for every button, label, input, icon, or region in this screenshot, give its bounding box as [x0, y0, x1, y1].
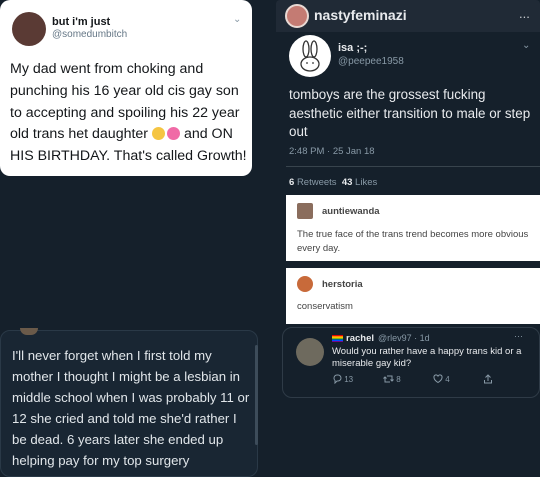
- like-count: 4: [445, 375, 450, 384]
- avatar[interactable]: [289, 35, 331, 77]
- handle-and-time[interactable]: @rlev97 · 1d: [378, 333, 430, 343]
- avatar[interactable]: [296, 338, 324, 366]
- tweet-text: Would you rather have a happy trans kid …: [332, 346, 522, 370]
- post-username[interactable]: nastyfeminazi: [314, 7, 407, 23]
- heart-icon: [433, 374, 443, 384]
- tweet-timestamp[interactable]: 2:48 PM · 25 Jan 18: [289, 146, 375, 157]
- tumblr-post: nastyfeminazi ... isa ;-; @peepee1958 ⌄ …: [276, 0, 540, 330]
- likes-count[interactable]: 43: [342, 177, 353, 188]
- story-text: I'll never forget when I first told my m…: [12, 348, 250, 468]
- display-name[interactable]: but i'm just: [52, 16, 110, 28]
- likes-label[interactable]: Likes: [355, 177, 377, 188]
- retweet-button[interactable]: 8: [383, 374, 401, 384]
- retweet-count: 8: [396, 375, 401, 384]
- scrollbar[interactable]: [255, 345, 258, 445]
- retweet-icon: [383, 375, 394, 383]
- sparkling-heart-emoji-icon: [166, 127, 180, 141]
- display-name[interactable]: rachel: [346, 333, 374, 344]
- share-button[interactable]: [483, 374, 493, 384]
- divider: [286, 166, 540, 167]
- avatar[interactable]: [297, 203, 313, 219]
- avatar[interactable]: [285, 4, 309, 28]
- avatar[interactable]: [12, 12, 46, 46]
- rainbow-flag-icon: [332, 335, 343, 342]
- retweets-label[interactable]: Retweets: [297, 177, 337, 188]
- chevron-down-icon[interactable]: ⌄: [233, 14, 241, 25]
- more-menu-icon[interactable]: ···: [514, 331, 523, 341]
- crying-laughing-emoji-icon: [151, 127, 165, 141]
- bunny-icon: [300, 40, 320, 72]
- avatar[interactable]: [297, 276, 313, 292]
- reply-button[interactable]: 13: [332, 374, 354, 385]
- display-name[interactable]: isa ;-;: [338, 42, 367, 54]
- more-menu-icon[interactable]: ...: [519, 6, 530, 21]
- retweets-count[interactable]: 6: [289, 177, 294, 188]
- comment-card: [286, 268, 540, 324]
- comment-username[interactable]: auntiewanda: [322, 206, 380, 217]
- user-handle[interactable]: @somedumbitch: [52, 29, 127, 40]
- tweet-text: tomboys are the grossest fucking aesthet…: [289, 87, 531, 140]
- comment-username[interactable]: herstoria: [322, 279, 363, 290]
- chevron-down-icon[interactable]: ⌄: [522, 40, 530, 51]
- user-handle[interactable]: @peepee1958: [338, 56, 404, 67]
- reply-icon: [333, 374, 342, 385]
- share-icon: [484, 374, 492, 384]
- tweet-stats: 6 Retweets 43 Likes: [289, 177, 377, 188]
- white-tweet-card: but i'm just @somedumbitch ⌄ My dad went…: [0, 0, 252, 176]
- like-button[interactable]: 4: [433, 374, 450, 384]
- reply-count: 13: [344, 375, 354, 384]
- comment-text: conservatism: [297, 301, 353, 312]
- comment-text: The true face of the trans trend becomes…: [297, 229, 529, 254]
- tweet-text: My dad went from choking and punching hi…: [10, 59, 252, 168]
